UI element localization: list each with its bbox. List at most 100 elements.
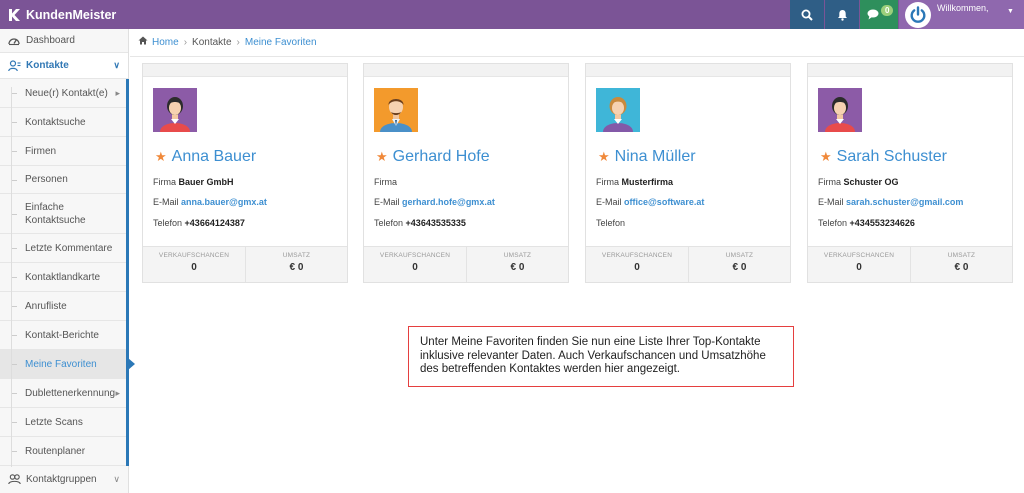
divider bbox=[130, 56, 1024, 57]
breadcrumb-separator-icon: › bbox=[183, 36, 188, 48]
contact-name-text: Gerhard Hofe bbox=[392, 148, 490, 165]
sidebar-item-kontakt-berichte[interactable]: Kontakt-Berichte bbox=[0, 321, 128, 350]
sidebar-item-label: Personen bbox=[25, 174, 68, 185]
sidebar-item-personen[interactable]: Personen bbox=[0, 166, 128, 194]
sidebar-item-label: Anrufliste bbox=[25, 300, 67, 312]
sidebar-item-label: Kontakte bbox=[26, 60, 69, 71]
sidebar-item-dublettenerkennung[interactable]: Dublettenerkennung ▸ bbox=[0, 379, 128, 408]
phone-row: Telefon +434553234626 bbox=[818, 218, 915, 228]
sidebar-item-label: Neue(r) Kontakt(e) bbox=[25, 87, 108, 99]
email-row: E-Mail anna.bauer@gmx.at bbox=[153, 197, 267, 207]
breadcrumb-home[interactable]: Home bbox=[152, 37, 179, 48]
sidebar-item-kontakte[interactable]: Kontakte ∨ bbox=[0, 53, 128, 79]
contact-card: ★ Gerhard Hofe Firma E-Mail gerhard.hofe@… bbox=[363, 63, 569, 283]
contact-name[interactable]: ★ Nina Müller bbox=[598, 148, 696, 166]
chevron-right-icon: ▸ bbox=[115, 87, 120, 98]
contact-name-text: Nina Müller bbox=[614, 148, 696, 165]
company-row: Firma Schuster OG bbox=[818, 177, 899, 187]
avatar-female-icon bbox=[153, 88, 197, 132]
stat-label: VERKAUFSCHANCEN bbox=[158, 252, 230, 259]
search-button[interactable] bbox=[790, 0, 824, 29]
phone-value: +43664124387 bbox=[184, 218, 245, 228]
sidebar-item-einfache-kontaktsuche[interactable]: Einfache Kontaktsuche bbox=[0, 194, 128, 234]
phone-row: Telefon bbox=[596, 218, 625, 228]
card-header bbox=[364, 64, 568, 77]
kundenmeister-logo-icon bbox=[8, 8, 20, 21]
contact-card: ★ Anna Bauer Firma Bauer GmbH E-Mail anna… bbox=[142, 63, 348, 283]
sidebar-item-label: Letzte Scans bbox=[25, 416, 83, 428]
breadcrumb-separator-icon: › bbox=[236, 36, 240, 48]
card-header bbox=[808, 64, 1012, 77]
sidebar-item-label: Meine Favoriten bbox=[25, 358, 97, 370]
sidebar-item-meine-favoriten[interactable]: Meine Favoriten bbox=[0, 350, 135, 379]
email-link[interactable]: anna.bauer@gmx.at bbox=[181, 197, 267, 207]
sidebar-item-label: Firmen bbox=[25, 145, 57, 157]
chevron-down-icon: ▼ bbox=[1007, 8, 1014, 15]
user-menu[interactable]: Willkommen, ▼ bbox=[899, 0, 1024, 29]
chevron-down-icon: ∨ bbox=[113, 474, 120, 484]
breadcrumb-current: Meine Favoriten bbox=[244, 36, 317, 48]
chevron-right-icon: ▸ bbox=[115, 387, 120, 398]
top-bar: KundenMeister 0 Willkommen, ▼ bbox=[0, 0, 1024, 29]
sidebar-item-label: Routenplaner bbox=[25, 445, 86, 457]
power-icon bbox=[910, 5, 926, 23]
star-icon[interactable]: ★ bbox=[820, 149, 832, 165]
avatar-male-icon bbox=[374, 88, 418, 132]
card-stats: VERKAUFSCHANCEN 0 UMSATZ € 0 bbox=[143, 246, 347, 282]
bell-icon bbox=[837, 9, 847, 21]
sidebar-item-kontaktgruppen[interactable]: Kontaktgruppen ∨ bbox=[0, 466, 128, 493]
submenu-indicator bbox=[126, 79, 129, 466]
sidebar-item-firmen[interactable]: Firmen bbox=[0, 137, 128, 166]
email-link[interactable]: sarah.schuster@gmail.com bbox=[846, 197, 963, 207]
stat-label: VERKAUFSCHANCEN bbox=[601, 252, 673, 259]
sidebar-item-kontaktsuche[interactable]: Kontaktsuche bbox=[0, 108, 128, 137]
notifications-button[interactable] bbox=[825, 0, 859, 29]
stat-revenue: UMSATZ € 0 bbox=[466, 247, 568, 282]
stat-sales-opportunities: VERKAUFSCHANCEN 0 bbox=[143, 247, 245, 282]
star-icon[interactable]: ★ bbox=[598, 149, 610, 165]
contact-name[interactable]: ★ Gerhard Hofe bbox=[376, 148, 490, 166]
sidebar-item-routenplaner[interactable]: Routenplaner bbox=[0, 437, 128, 466]
sidebar-item-kontaktlandkarte[interactable]: Kontaktlandkarte bbox=[0, 263, 128, 292]
app-title: KundenMeister bbox=[26, 7, 117, 22]
company-row: Firma bbox=[374, 177, 397, 187]
sidebar-item-neuer-kontakt[interactable]: Neue(r) Kontakt(e) ▸ bbox=[0, 79, 128, 108]
chevron-down-icon: ∨ bbox=[113, 60, 120, 70]
star-icon[interactable]: ★ bbox=[155, 149, 167, 165]
sidebar-item-label: Dashboard bbox=[26, 35, 75, 46]
sidebar-item-letzte-scans[interactable]: Letzte Scans bbox=[0, 408, 128, 437]
contact-name[interactable]: ★ Anna Bauer bbox=[155, 148, 256, 166]
stat-value: 0 bbox=[634, 262, 640, 273]
messages-button[interactable]: 0 bbox=[860, 0, 898, 29]
stat-label: UMSATZ bbox=[725, 252, 754, 259]
star-icon[interactable]: ★ bbox=[376, 149, 388, 165]
sidebar-item-dashboard[interactable]: Dashboard bbox=[0, 29, 128, 53]
email-link[interactable]: office@software.at bbox=[624, 197, 704, 207]
sidebar-item-anrufliste[interactable]: Anrufliste bbox=[0, 292, 128, 321]
contact-groups-icon bbox=[8, 474, 21, 485]
label: Telefon bbox=[818, 218, 848, 228]
label: E-Mail bbox=[596, 197, 622, 207]
company-value: Musterfirma bbox=[621, 177, 674, 187]
contact-name[interactable]: ★ Sarah Schuster bbox=[820, 148, 947, 166]
company-row: Firma Bauer GmbH bbox=[153, 177, 234, 187]
stat-sales-opportunities: VERKAUFSCHANCEN 0 bbox=[808, 247, 910, 282]
stat-value: 0 bbox=[412, 262, 418, 273]
avatar-female-icon bbox=[596, 88, 640, 132]
label: Firma bbox=[153, 177, 176, 187]
sidebar-item-label: Kontakt-Berichte bbox=[25, 329, 99, 341]
contact-name-text: Anna Bauer bbox=[171, 148, 257, 165]
contacts-icon bbox=[8, 60, 21, 72]
breadcrumb-kontakte[interactable]: Kontakte bbox=[192, 37, 231, 48]
stat-sales-opportunities: VERKAUFSCHANCEN 0 bbox=[364, 247, 466, 282]
sidebar-item-letzte-kommentare[interactable]: Letzte Kommentare bbox=[0, 234, 128, 263]
sidebar-item-label: Letzte Kommentare bbox=[25, 242, 113, 254]
stat-label: UMSATZ bbox=[503, 252, 532, 259]
email-link[interactable]: gerhard.hofe@gmx.at bbox=[402, 197, 495, 207]
stat-value: € 0 bbox=[510, 262, 525, 273]
brand[interactable]: KundenMeister bbox=[8, 0, 116, 29]
email-row: E-Mail gerhard.hofe@gmx.at bbox=[374, 197, 495, 207]
contact-card: ★ Sarah Schuster Firma Schuster OG E-Mail… bbox=[807, 63, 1013, 283]
label: Firma bbox=[596, 177, 619, 187]
label: Telefon bbox=[374, 218, 404, 228]
